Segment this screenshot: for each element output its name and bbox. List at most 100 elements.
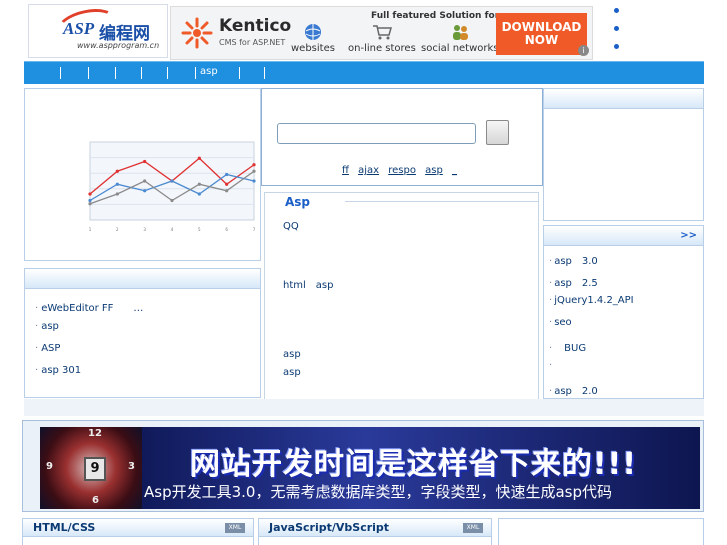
javascript-panel-header: JavaScript/VbScript XML xyxy=(259,519,491,537)
nav-separator xyxy=(141,67,142,79)
search-hot-link[interactable]: respo xyxy=(388,165,416,176)
list-item-label: seo xyxy=(554,317,572,328)
chart-data-point xyxy=(225,189,229,193)
clock-number: 3 xyxy=(128,461,135,472)
chart-data-point xyxy=(143,159,147,164)
nav-item-asp[interactable]: asp xyxy=(200,66,218,77)
asp-list-item[interactable]: asp xyxy=(283,349,301,360)
chart-data-point xyxy=(197,156,201,160)
search-hot-links: ff ajax respo asp _ xyxy=(342,165,463,176)
asp-list-item[interactable]: QQ xyxy=(283,221,299,232)
more-link[interactable]: >> xyxy=(680,230,697,241)
right-list-header: >> xyxy=(544,226,703,246)
nav-separator xyxy=(88,67,89,79)
list-item[interactable]: · jQuery1.4.2_API xyxy=(549,295,634,306)
clock-graphic: 12 9 3 6 9 xyxy=(40,427,142,509)
xml-feed-icon[interactable]: XML xyxy=(463,523,483,533)
kentico-logo-icon xyxy=(181,17,213,49)
chart-data-point xyxy=(88,192,92,196)
html-css-title[interactable]: HTML/CSS xyxy=(33,521,95,534)
ad-feature-social: social networks xyxy=(421,23,499,54)
chart-data-point xyxy=(170,179,174,183)
people-icon xyxy=(452,25,468,40)
main-nav-bar: asp xyxy=(24,61,704,84)
html-css-panel: HTML/CSS XML xyxy=(22,518,254,545)
javascript-title[interactable]: JavaScript/VbScript xyxy=(269,521,389,534)
right-top-panel xyxy=(543,88,704,221)
chart-data-point xyxy=(225,182,229,186)
list-item[interactable]: · xyxy=(549,360,554,371)
kentico-ad-banner[interactable]: Kentico CMS for ASP.NET Full featured So… xyxy=(170,6,593,60)
divider-strip xyxy=(24,399,704,416)
search-button[interactable] xyxy=(486,120,509,145)
list-item[interactable]: · asp 2.0 xyxy=(549,382,598,397)
search-hot-link[interactable]: ajax xyxy=(358,165,379,176)
chart-data-point xyxy=(143,189,147,193)
list-item[interactable]: · asp 2.5 xyxy=(549,274,598,289)
nav-separator xyxy=(239,67,240,79)
ad-feature-stores: on-line stores xyxy=(348,23,416,54)
chart-tick-label: 2 xyxy=(116,227,119,232)
nav-separator xyxy=(264,67,265,79)
globe-icon xyxy=(304,24,321,40)
ad-download-button[interactable]: DOWNLOAD NOW xyxy=(496,13,587,55)
list-item[interactable]: · BUG xyxy=(549,339,586,354)
header-dot-link[interactable] xyxy=(614,44,619,49)
list-item-label: ASP xyxy=(41,343,61,354)
line-chart: 1 2 3 4 5 6 7 xyxy=(88,141,256,232)
right-article-panel: >> · asp 3.0 · asp 2.5 · jQuery1.4.2_API · s… xyxy=(543,225,704,399)
promo-banner[interactable]: 12 9 3 6 9 网站开发时间是这样省下来的!!! Asp开发工具3.0，无… xyxy=(40,427,700,509)
search-hot-link[interactable]: asp xyxy=(425,165,443,176)
list-item-label: asp 301 xyxy=(41,365,82,376)
list-item-label: eWebEditor FF … xyxy=(41,303,144,314)
chart-tick-label: 7 xyxy=(253,227,256,232)
left-article-panel: · eWebEditor FF … · asp · ASP · asp 301 xyxy=(24,268,261,398)
clock-number: 6 xyxy=(92,495,99,506)
banner-subtitle: Asp开发工具3.0，无需考虑数据库类型，字段类型，快速生成asp代码 xyxy=(144,483,612,501)
javascript-panel: JavaScript/VbScript XML xyxy=(258,518,492,545)
list-item[interactable]: · asp xyxy=(35,321,59,332)
chart-tick-label: 5 xyxy=(198,227,201,232)
asp-list-item[interactable]: asp xyxy=(283,367,301,378)
left-panel-header xyxy=(25,269,260,289)
chart-data-point xyxy=(252,163,256,167)
promo-banner-box: 12 9 3 6 9 网站开发时间是这样省下来的!!! Asp开发工具3.0，无… xyxy=(22,420,704,512)
search-hot-link[interactable]: ff xyxy=(342,165,349,176)
chart-data-point xyxy=(115,169,119,173)
chart-data-point xyxy=(115,182,119,186)
banner-title: 网站开发时间是这样省下来的!!! xyxy=(190,447,638,482)
list-item[interactable]: · seo xyxy=(549,317,572,328)
nav-separator xyxy=(60,67,61,79)
chart-data-point xyxy=(252,169,256,173)
bottom-right-panel xyxy=(498,518,704,545)
list-item-label: asp 2.5 xyxy=(554,278,598,289)
list-item[interactable]: · asp 301 xyxy=(35,365,81,376)
header-dot-link[interactable] xyxy=(614,26,619,31)
chart-tick-label: 3 xyxy=(143,227,146,232)
asp-list-item[interactable]: html asp xyxy=(283,276,333,291)
shopping-cart-icon xyxy=(372,25,392,40)
list-item-label: jQuery1.4.2_API xyxy=(554,295,634,306)
clock-number: 12 xyxy=(88,428,102,439)
chart-data-point xyxy=(115,192,119,196)
chart-tick-label: 1 xyxy=(89,227,92,232)
ad-info-icon[interactable]: i xyxy=(578,45,589,56)
search-hot-link[interactable]: _ xyxy=(452,165,457,176)
search-input[interactable] xyxy=(277,123,476,144)
list-item-label: asp 3.0 xyxy=(554,256,598,267)
chart-data-point xyxy=(143,179,147,183)
header-dot-link[interactable] xyxy=(614,8,619,13)
list-item[interactable]: · eWebEditor FF … xyxy=(35,299,143,314)
ad-feature-label: social networks xyxy=(421,43,499,54)
list-item[interactable]: · ASP xyxy=(35,343,60,354)
xml-feed-icon[interactable]: XML xyxy=(225,523,245,533)
ad-feature-websites: websites xyxy=(291,23,335,54)
list-item[interactable]: · asp 3.0 xyxy=(549,252,598,267)
chart-data-point xyxy=(197,182,201,186)
ad-feature-label: on-line stores xyxy=(348,43,416,54)
site-logo[interactable]: ASP 编程网 www.aspprogram.cn xyxy=(28,4,168,58)
clock-center-digit: 9 xyxy=(84,457,106,481)
chart-data-point xyxy=(197,192,201,196)
chart-image-panel: 1 2 3 4 5 6 7 xyxy=(24,88,261,261)
search-panel: ff ajax respo asp _ xyxy=(261,88,543,186)
